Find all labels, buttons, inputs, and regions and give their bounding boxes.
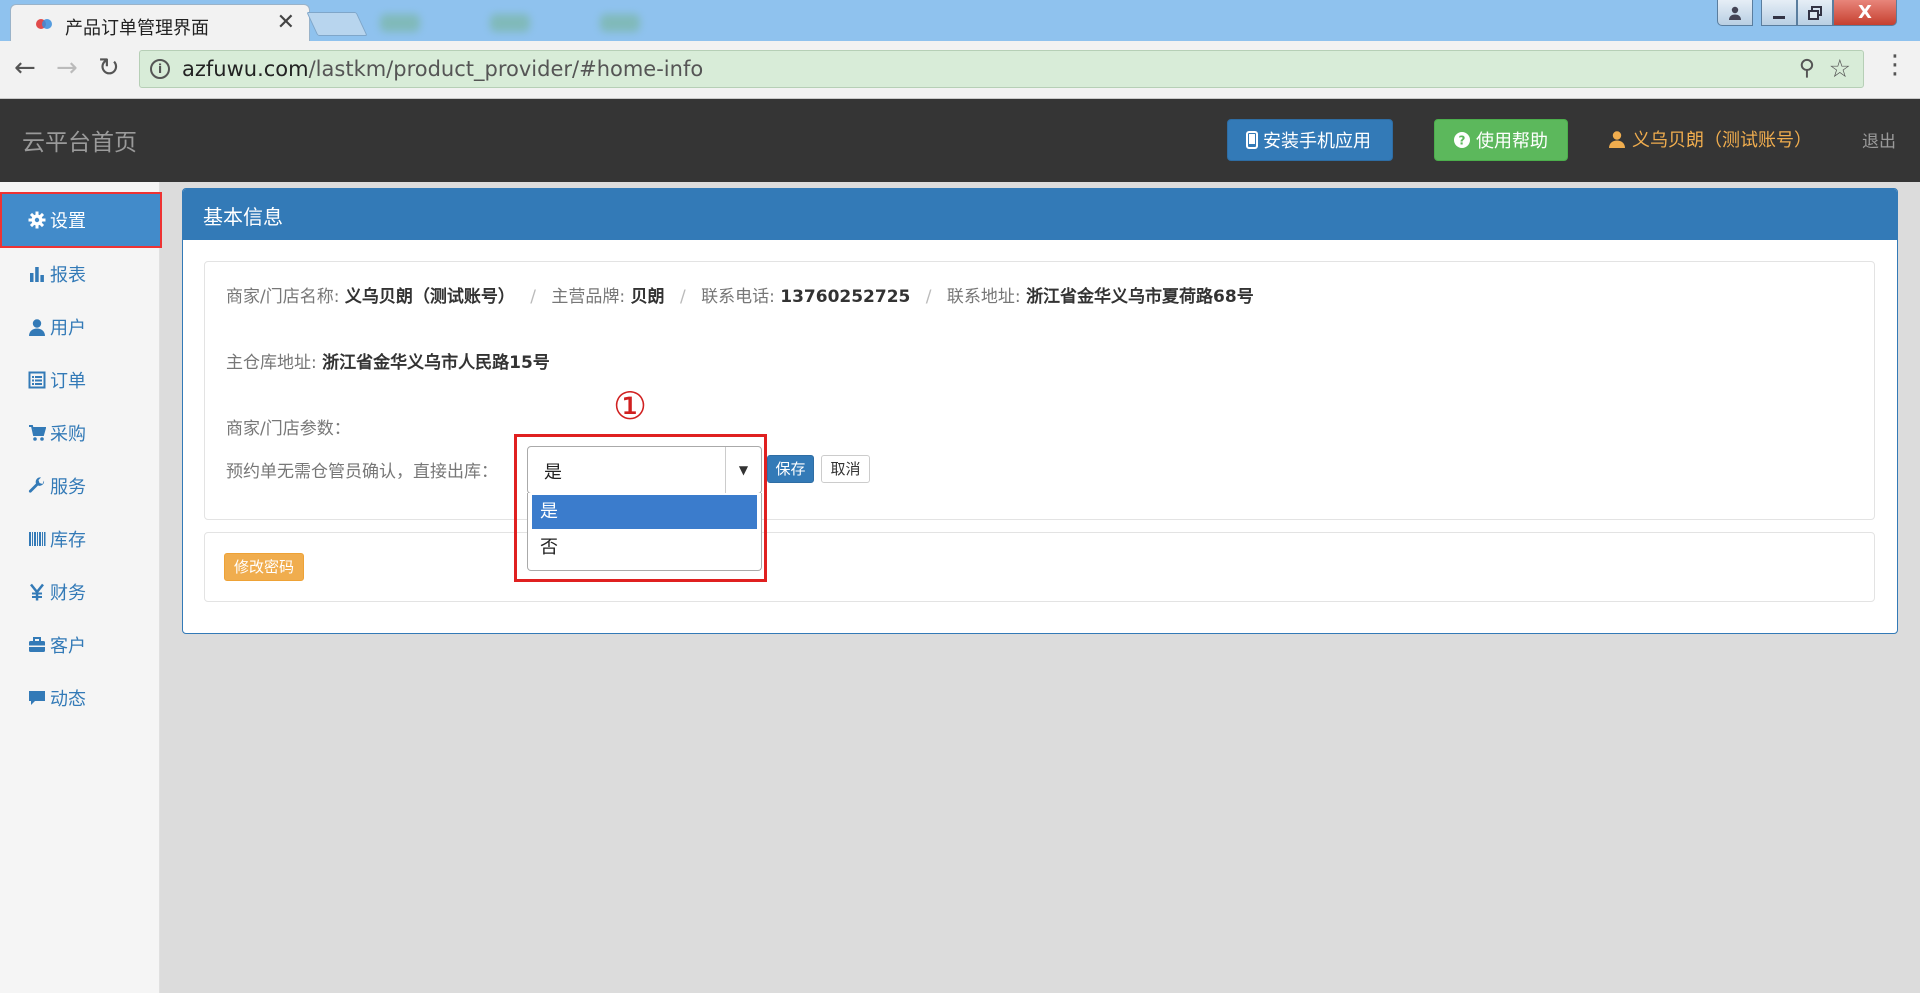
app-header: 云平台首页 安装手机应用 ? 使用帮助 义乌贝朗（测试账号） 退出 <box>0 99 1920 182</box>
question-circle-icon: ? <box>1453 131 1471 149</box>
brand-value: 贝朗 <box>630 287 665 307</box>
warehouse-label: 主仓库地址: <box>226 353 317 373</box>
browser-toolbar: ← → ↻ i azfuwu.com/lastkm/product_provid… <box>0 41 1920 99</box>
cancel-button[interactable]: 取消 <box>821 455 870 483</box>
user-icon <box>1608 130 1626 148</box>
sidebar: 设置 报表 用户 订单 采购 服务 库存 财务 客户 动态 <box>0 182 162 993</box>
tab-close-icon[interactable]: ✕ <box>277 11 295 35</box>
sidebar-item-label: 设置 <box>50 211 86 232</box>
blurred-tab-area <box>490 14 530 32</box>
sidebar-item-label: 采购 <box>50 423 86 445</box>
zoom-icon[interactable]: ⚲ <box>1799 56 1815 81</box>
separator: / <box>530 287 537 307</box>
sidebar-item-label: 财务 <box>50 582 86 604</box>
sidebar-item-finance[interactable]: 财务 <box>0 565 160 618</box>
address-bar[interactable]: i azfuwu.com/lastkm/product_provider/#ho… <box>139 50 1864 88</box>
warehouse-line: 主仓库地址: 浙江省金华义乌市人民路15号 <box>226 348 550 373</box>
basic-info-panel: 基本信息 商家/门店名称: 义乌贝朗（测试账号） / 主营品牌: 贝朗 / 联系… <box>182 188 1898 634</box>
sidebar-item-purchasing[interactable]: 采购 <box>0 406 160 459</box>
new-tab-button[interactable] <box>306 12 368 36</box>
save-button[interactable]: 保存 <box>767 455 814 483</box>
blurred-tab-area <box>380 14 420 32</box>
svg-text:?: ? <box>1459 134 1466 148</box>
tab-title: 产品订单管理界面 <box>65 18 209 39</box>
sidebar-item-service[interactable]: 服务 <box>0 459 160 512</box>
sidebar-item-users[interactable]: 用户 <box>0 300 160 353</box>
store-params-label: 商家/门店参数： <box>226 419 351 439</box>
list-icon <box>27 371 47 389</box>
sidebar-item-reports[interactable]: 报表 <box>0 247 160 300</box>
blurred-tab-area <box>600 14 640 32</box>
separator: / <box>925 287 932 307</box>
window-profile-button[interactable] <box>1717 0 1753 26</box>
window-close-button[interactable]: X <box>1833 0 1897 26</box>
minimize-icon <box>1773 15 1785 19</box>
bookmark-star-icon[interactable]: ☆ <box>1829 54 1851 83</box>
browser-menu-icon[interactable]: ⋮ <box>1882 50 1908 80</box>
reload-icon[interactable]: ↻ <box>98 53 120 83</box>
separator: / <box>679 287 686 307</box>
sidebar-item-customers[interactable]: 客户 <box>0 618 160 671</box>
browser-tabstrip: 产品订单管理界面 ✕ X <box>0 0 1920 42</box>
browser-tab-active[interactable]: 产品订单管理界面 ✕ <box>10 4 310 42</box>
sidebar-item-label: 库存 <box>50 529 86 551</box>
barcode-icon <box>27 530 47 548</box>
briefcase-icon <box>27 636 47 654</box>
bar-chart-icon <box>27 265 47 283</box>
sidebar-item-label: 动态 <box>50 688 86 710</box>
change-password-button[interactable]: 修改密码 <box>224 553 304 581</box>
cart-icon <box>27 424 47 442</box>
phone-label: 联系电话: <box>701 287 775 307</box>
install-button-label: 安装手机应用 <box>1263 131 1371 152</box>
sidebar-item-label: 订单 <box>50 370 86 392</box>
sidebar-item-label: 服务 <box>50 476 86 498</box>
logout-link[interactable]: 退出 <box>1862 127 1896 152</box>
help-button[interactable]: ? 使用帮助 <box>1434 119 1568 161</box>
sidebar-item-activity[interactable]: 动态 <box>0 671 160 724</box>
back-arrow-icon[interactable]: ← <box>14 53 36 83</box>
brand-label: 主营品牌: <box>551 287 626 307</box>
sidebar-item-label: 报表 <box>50 264 86 286</box>
address-label: 联系地址: <box>946 287 1021 307</box>
sidebar-item-inventory[interactable]: 库存 <box>0 512 160 565</box>
person-icon <box>1729 6 1741 20</box>
panel-title: 基本信息 <box>183 189 1897 240</box>
store-name-value: 义乌贝朗（测试账号） <box>344 287 515 307</box>
annotation-number: ① <box>613 384 648 428</box>
annotation-highlight-box <box>514 434 767 582</box>
store-summary-line: 商家/门店名称: 义乌贝朗（测试账号） / 主营品牌: 贝朗 / 联系电话: 1… <box>226 282 1254 307</box>
window-minimize-button[interactable] <box>1761 0 1797 26</box>
store-info-well: 商家/门店名称: 义乌贝朗（测试账号） / 主营品牌: 贝朗 / 联系电话: 1… <box>204 261 1875 520</box>
user-account-link[interactable]: 义乌贝朗（测试账号） <box>1608 126 1812 152</box>
url-text: azfuwu.com/lastkm/product_provider/#home… <box>182 57 704 81</box>
gear-icon <box>27 211 47 229</box>
mobile-phone-icon <box>1246 131 1258 149</box>
install-mobile-app-button[interactable]: 安装手机应用 <box>1227 119 1393 161</box>
help-button-label: 使用帮助 <box>1476 131 1548 152</box>
user-icon <box>27 318 47 336</box>
sidebar-item-settings[interactable]: 设置 <box>0 192 162 248</box>
account-actions-well <box>204 532 1875 602</box>
warehouse-value: 浙江省金华义乌市人民路15号 <box>322 353 550 373</box>
address-value: 浙江省金华义乌市夏荷路68号 <box>1026 287 1254 307</box>
sidebar-item-orders[interactable]: 订单 <box>0 353 160 406</box>
direct-outbound-setting-label: 预约单无需仓管员确认，直接出库： <box>226 462 498 482</box>
favicon-icon <box>36 19 52 29</box>
user-name: 义乌贝朗（测试账号） <box>1632 130 1812 151</box>
comment-icon <box>27 689 47 707</box>
sidebar-item-label: 用户 <box>50 317 86 339</box>
forward-arrow-icon[interactable]: → <box>56 53 78 83</box>
store-name-label: 商家/门店名称: <box>226 287 340 307</box>
wrench-icon <box>27 476 47 495</box>
phone-value: 13760252725 <box>780 287 911 307</box>
sidebar-item-label: 客户 <box>50 635 86 657</box>
info-icon[interactable]: i <box>150 59 170 79</box>
restore-icon <box>1808 5 1822 20</box>
yen-icon <box>27 583 47 601</box>
brand-home-link[interactable]: 云平台首页 <box>22 123 137 157</box>
window-restore-button[interactable] <box>1797 0 1833 26</box>
